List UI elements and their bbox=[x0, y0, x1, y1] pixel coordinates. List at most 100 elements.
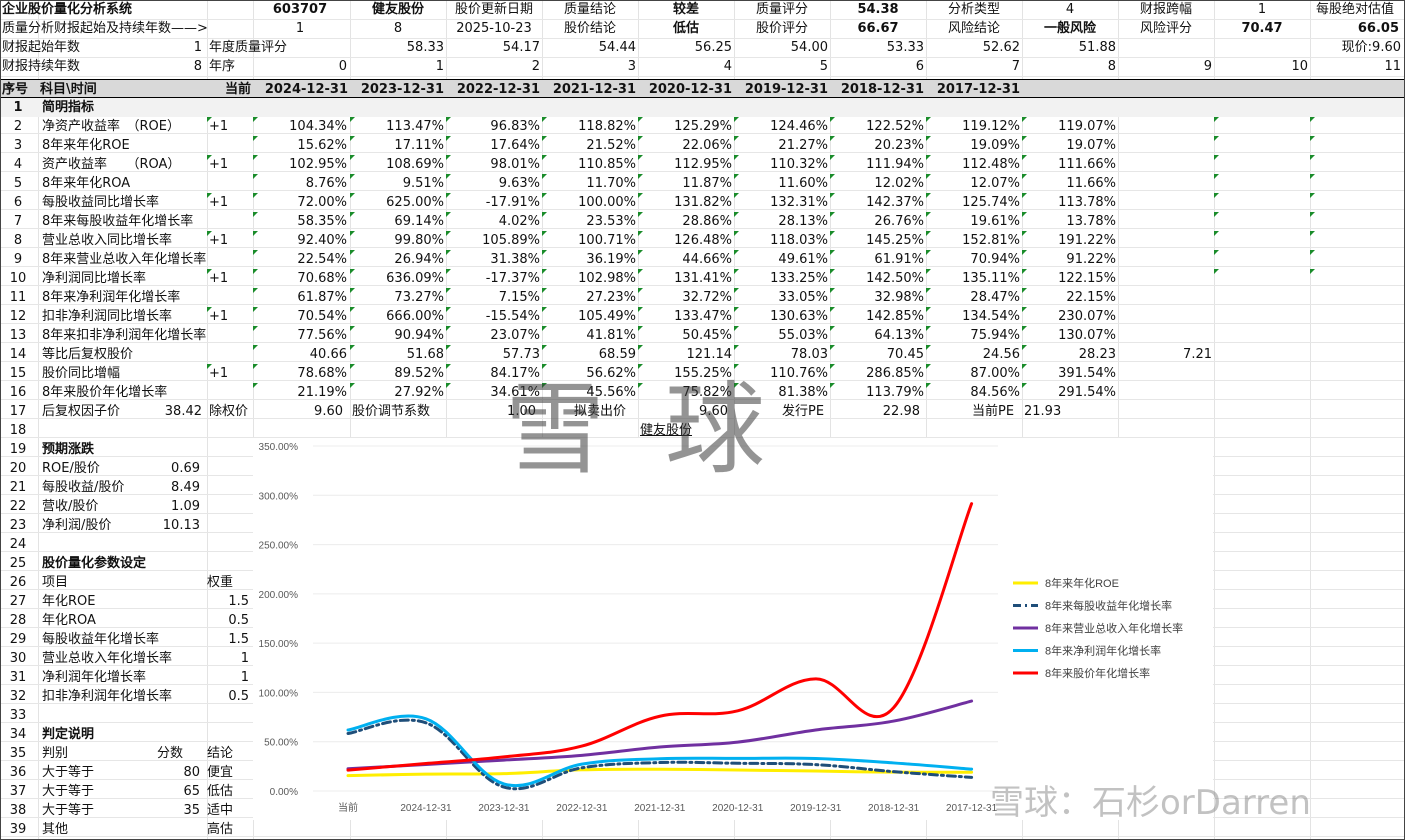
row-number[interactable]: 35 bbox=[0, 744, 36, 763]
metric-label[interactable]: 净利润同比增长率 bbox=[40, 269, 210, 288]
top-cell[interactable]: 财报起始年数 bbox=[0, 38, 120, 57]
row17-cell[interactable]: 38.42 bbox=[150, 402, 204, 421]
value-cell[interactable]: 9.63% bbox=[446, 174, 542, 193]
top-cell[interactable]: 一般风险 bbox=[1022, 19, 1118, 38]
top-cell[interactable]: 风险评分 bbox=[1118, 19, 1214, 38]
top-cell[interactable]: 年序 bbox=[207, 57, 253, 76]
row17-cell[interactable]: 当前PE bbox=[970, 402, 1026, 421]
value-cell[interactable]: 19.61% bbox=[926, 212, 1022, 231]
panel-value[interactable]: 0.69 bbox=[138, 459, 202, 478]
value-cell[interactable]: 31.38% bbox=[446, 250, 542, 269]
row17-cell[interactable]: 17 bbox=[0, 402, 36, 421]
value-cell[interactable]: 108.69% bbox=[350, 155, 446, 174]
row-number[interactable]: 1 bbox=[0, 98, 36, 117]
top-cell[interactable]: 每股绝对估值 bbox=[1305, 0, 1405, 19]
value-cell[interactable]: -15.54% bbox=[446, 307, 542, 326]
value-cell[interactable]: 125.74% bbox=[926, 193, 1022, 212]
header-date[interactable]: 2021-12-31 bbox=[544, 80, 638, 99]
value-cell[interactable]: 89.52% bbox=[350, 364, 446, 383]
weight-tag[interactable]: +1 bbox=[207, 117, 253, 136]
value-cell[interactable]: 58.35% bbox=[253, 212, 349, 231]
panel-value[interactable]: 65 bbox=[138, 782, 202, 801]
panel-value[interactable] bbox=[138, 440, 202, 459]
value-cell[interactable]: 110.85% bbox=[542, 155, 638, 174]
value-cell[interactable]: 15.62% bbox=[253, 136, 349, 155]
row-number[interactable]: 29 bbox=[0, 630, 36, 649]
top-cell[interactable]: 54.00 bbox=[734, 38, 830, 57]
panel-value[interactable]: 低估 bbox=[205, 782, 251, 801]
top-cell[interactable]: 54.44 bbox=[542, 38, 638, 57]
panel-value[interactable] bbox=[138, 820, 202, 839]
top-cell[interactable]: 8 bbox=[1022, 57, 1118, 76]
value-cell[interactable]: 75.94% bbox=[926, 326, 1022, 345]
weight-tag[interactable]: +1 bbox=[207, 269, 253, 288]
row-number[interactable]: 30 bbox=[0, 649, 36, 668]
value-cell[interactable]: -17.37% bbox=[446, 269, 542, 288]
row-number[interactable]: 27 bbox=[0, 592, 36, 611]
row-number[interactable]: 32 bbox=[0, 687, 36, 706]
header-date[interactable]: 2017-12-31 bbox=[928, 80, 1022, 99]
row-number[interactable]: 22 bbox=[0, 497, 36, 516]
row-number[interactable]: 19 bbox=[0, 440, 36, 459]
top-cell[interactable]: 2 bbox=[446, 57, 542, 76]
panel-value[interactable] bbox=[138, 668, 202, 687]
panel-value[interactable]: 便宜 bbox=[205, 763, 251, 782]
top-cell[interactable]: 54.38 bbox=[830, 0, 926, 19]
value-cell[interactable]: 122.52% bbox=[830, 117, 926, 136]
value-cell[interactable]: 11.70% bbox=[542, 174, 638, 193]
value-cell[interactable]: 112.95% bbox=[638, 155, 734, 174]
value-cell[interactable]: 70.94% bbox=[926, 250, 1022, 269]
value-cell[interactable]: 9.51% bbox=[350, 174, 446, 193]
row-number[interactable]: 5 bbox=[0, 174, 36, 193]
value-cell[interactable]: 130.07% bbox=[1022, 326, 1118, 345]
panel-value[interactable]: 1.5 bbox=[205, 592, 251, 611]
panel-value[interactable] bbox=[138, 725, 202, 744]
row-number[interactable]: 38 bbox=[0, 801, 36, 820]
value-cell[interactable]: 230.07% bbox=[1022, 307, 1118, 326]
value-cell[interactable]: 70.54% bbox=[253, 307, 349, 326]
value-cell[interactable]: 7.21 bbox=[1118, 345, 1214, 364]
metric-label[interactable]: 8年来营业总收入年化增长率 bbox=[40, 250, 210, 269]
row17-cell[interactable]: 22.98 bbox=[830, 402, 922, 421]
value-cell[interactable]: 61.91% bbox=[830, 250, 926, 269]
top-cell[interactable]: 1 bbox=[255, 19, 345, 38]
row-number[interactable]: 31 bbox=[0, 668, 36, 687]
value-cell[interactable]: 40.66 bbox=[253, 345, 349, 364]
value-cell[interactable]: 92.40% bbox=[253, 231, 349, 250]
value-cell[interactable]: 142.50% bbox=[830, 269, 926, 288]
value-cell[interactable]: 112.48% bbox=[926, 155, 1022, 174]
value-cell[interactable]: 96.83% bbox=[446, 117, 542, 136]
value-cell[interactable]: 135.11% bbox=[926, 269, 1022, 288]
row-number[interactable]: 6 bbox=[0, 193, 36, 212]
row-number[interactable]: 37 bbox=[0, 782, 36, 801]
value-cell[interactable]: 23.07% bbox=[446, 326, 542, 345]
value-cell[interactable]: 111.94% bbox=[830, 155, 926, 174]
value-cell[interactable]: 90.94% bbox=[350, 326, 446, 345]
top-cell[interactable]: 股价结论 bbox=[542, 19, 638, 38]
value-cell[interactable]: 131.41% bbox=[638, 269, 734, 288]
value-cell[interactable]: 102.95% bbox=[253, 155, 349, 174]
value-cell[interactable]: 28.86% bbox=[638, 212, 734, 231]
weight-tag[interactable]: +1 bbox=[207, 307, 253, 326]
panel-value[interactable] bbox=[138, 535, 202, 554]
value-cell[interactable]: 8.76% bbox=[253, 174, 349, 193]
row17-cell[interactable]: 9.60 bbox=[253, 402, 345, 421]
value-cell[interactable]: 78.68% bbox=[253, 364, 349, 383]
panel-value[interactable] bbox=[138, 611, 202, 630]
metric-label[interactable]: 8年来年化ROA bbox=[40, 174, 210, 193]
value-cell[interactable]: 72.00% bbox=[253, 193, 349, 212]
top-cell[interactable]: 分析类型 bbox=[926, 0, 1022, 19]
top-cell[interactable]: 3 bbox=[542, 57, 638, 76]
top-cell[interactable]: 70.47 bbox=[1214, 19, 1310, 38]
row-number[interactable]: 18 bbox=[0, 421, 36, 440]
value-cell[interactable]: 113.79% bbox=[830, 383, 926, 402]
value-cell[interactable]: 118.82% bbox=[542, 117, 638, 136]
value-cell[interactable]: 17.64% bbox=[446, 136, 542, 155]
top-cell[interactable]: 58.33 bbox=[350, 38, 446, 57]
value-cell[interactable]: 111.66% bbox=[1022, 155, 1118, 174]
top-cell[interactable]: 现价:9.60 bbox=[1305, 38, 1403, 57]
header-date[interactable]: 2019-12-31 bbox=[736, 80, 830, 99]
row17-cell[interactable]: 后复权因子价 bbox=[40, 402, 155, 421]
value-cell[interactable]: 27.92% bbox=[350, 383, 446, 402]
weight-tag[interactable] bbox=[207, 345, 253, 364]
